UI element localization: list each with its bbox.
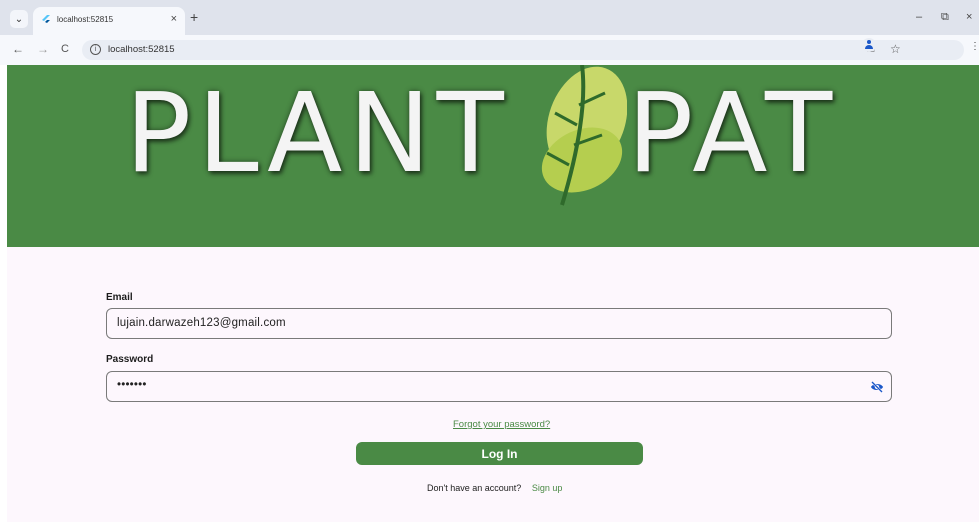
forgot-password-link[interactable]: Forgot your password?	[453, 419, 550, 430]
email-field[interactable]: lujain.darwazeh123@gmail.com	[106, 308, 892, 339]
back-button[interactable]: ←	[12, 43, 24, 55]
banner-title-right: PAT	[627, 69, 839, 197]
email-value: lujain.darwazeh123@gmail.com	[117, 317, 286, 329]
app-banner: PLANT PAT	[7, 65, 979, 247]
password-field[interactable]: •••••••	[106, 371, 892, 402]
profile-icon[interactable]	[862, 38, 876, 52]
reload-button[interactable]: C	[61, 43, 69, 55]
browser-tab-strip: ⌄ localhost:52815 × + – ⧉ ×	[0, 0, 979, 35]
forward-button[interactable]: →	[37, 43, 49, 55]
leaf-logo-icon	[541, 65, 627, 206]
address-bar[interactable]: i localhost:52815 ⚿ ☆	[82, 40, 964, 60]
browser-tab[interactable]: localhost:52815 ×	[33, 7, 185, 35]
info-icon[interactable]: i	[90, 44, 101, 55]
tab-title: localhost:52815	[57, 15, 114, 24]
star-icon[interactable]: ☆	[890, 42, 901, 56]
restore-button[interactable]: ⧉	[941, 12, 949, 23]
email-label: Email	[106, 292, 133, 303]
login-button-label: Log In	[481, 446, 518, 461]
login-button[interactable]: Log In	[356, 442, 643, 465]
url-text[interactable]: localhost:52815	[108, 44, 175, 55]
tab-dropdown-icon[interactable]: ⌄	[10, 10, 28, 28]
minimize-button[interactable]: –	[916, 12, 922, 23]
signup-row: Don't have an account? Sign up	[427, 483, 562, 493]
page-content: PLANT PAT Email lujain.darwazeh123@gmail…	[7, 65, 979, 522]
signup-link[interactable]: Sign up	[532, 483, 563, 493]
tab-close-icon[interactable]: ×	[171, 13, 177, 25]
browser-toolbar: ← → C i localhost:52815 ⚿ ☆ ⋮	[0, 35, 979, 65]
flutter-favicon-icon	[42, 15, 50, 23]
password-value: •••••••	[117, 379, 147, 391]
close-window-button[interactable]: ×	[966, 12, 972, 23]
banner-title-left: PLANT	[125, 69, 510, 197]
new-tab-button[interactable]: +	[190, 10, 198, 24]
password-label: Password	[106, 354, 154, 365]
kebab-menu-icon[interactable]: ⋮	[970, 41, 979, 52]
eye-off-icon[interactable]	[870, 380, 884, 394]
signup-prompt: Don't have an account?	[427, 483, 522, 493]
